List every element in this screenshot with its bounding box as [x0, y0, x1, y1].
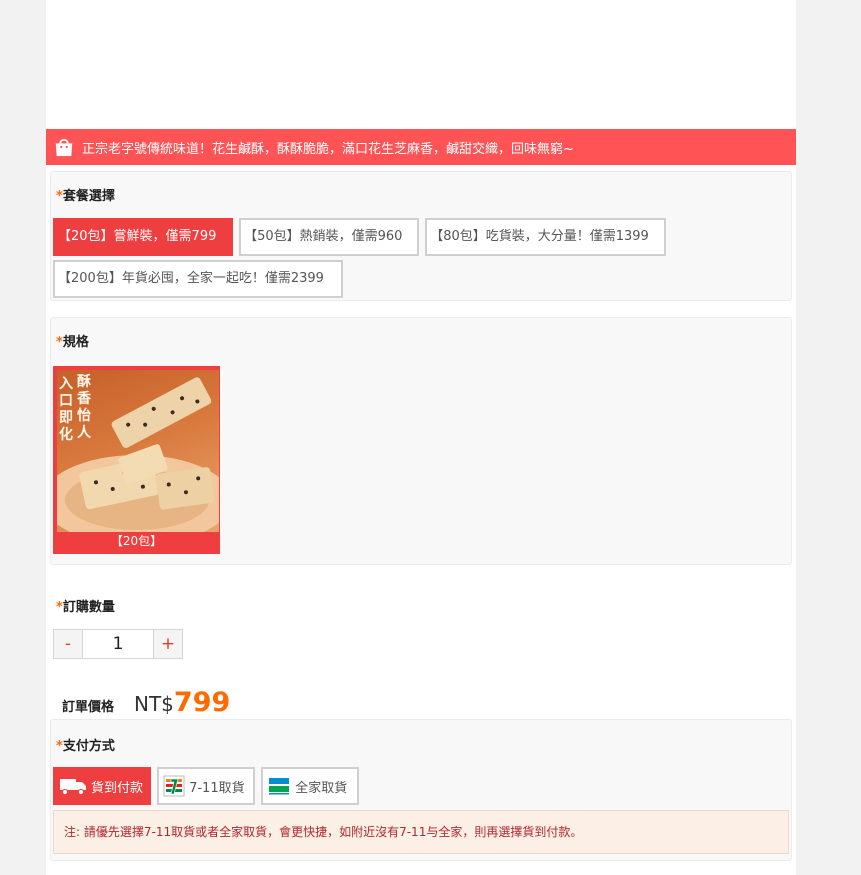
- required-mark: *: [56, 335, 63, 350]
- product-image: 入口即化 酥香怡人: [57, 370, 219, 532]
- truck-icon: [60, 779, 86, 796]
- package-option-80[interactable]: 【80包】吃貨裝，大分量！僅需1399: [425, 218, 667, 256]
- package-options: 【20包】嘗鮮裝，僅需799 【50包】熱銷裝，僅需960 【80包】吃貨裝，大…: [53, 218, 667, 256]
- payment-option-familymart-label: 全家取貨: [295, 780, 348, 796]
- payment-section: *支付方式 貨到付款 7-11取貨 全家取貨 注: 請優先選擇7-11取貨或者全…: [50, 719, 792, 861]
- quantity-label-text: 訂購數量: [62, 600, 115, 615]
- familymart-icon: [269, 778, 290, 795]
- quantity-plus-button[interactable]: +: [154, 630, 182, 658]
- required-mark: *: [56, 600, 63, 615]
- package-option-20[interactable]: 【20包】嘗鮮裝，僅需799: [53, 218, 233, 256]
- quantity-input[interactable]: 1: [82, 630, 154, 658]
- image-slogan-left: 入口即化: [59, 376, 73, 443]
- order-price: 訂單價格 NT$ 799: [62, 687, 230, 718]
- quantity-minus-button[interactable]: -: [54, 630, 82, 658]
- package-option-200[interactable]: 【200包】年貨必囤，全家一起吃！僅需2399: [53, 260, 343, 298]
- payment-option-cod-label: 貨到付款: [91, 780, 144, 796]
- payment-options: 貨到付款 7-11取貨 全家取貨: [53, 767, 360, 805]
- package-label-text: 套餐選擇: [62, 189, 115, 204]
- seven-eleven-icon: [163, 775, 185, 797]
- payment-option-cod[interactable]: 貨到付款: [53, 767, 151, 805]
- required-mark: *: [56, 189, 63, 204]
- price-currency: NT$: [134, 692, 174, 716]
- spec-label-text: 規格: [62, 335, 89, 350]
- promo-text: 正宗老字號傳統味道！花生鹹酥，酥酥脆脆，滿口花生芝麻香，鹹甜交織，回味無窮~: [82, 141, 574, 157]
- package-option-50[interactable]: 【50包】熱銷裝，僅需960: [239, 218, 420, 256]
- shopping-bag-icon: [55, 138, 73, 157]
- image-slogan-right: 酥香怡人: [77, 374, 91, 441]
- quantity-label: *訂購數量: [56, 598, 115, 618]
- spec-caption: 【20包】: [110, 534, 163, 548]
- package-options-row2: 【200包】年貨必囤，全家一起吃！僅需2399: [53, 260, 343, 298]
- payment-note: 注: 請優先選擇7-11取貨或者全家取貨，會更快捷，如附近沒有7-11与全家，則…: [53, 810, 789, 854]
- payment-option-711[interactable]: 7-11取貨: [157, 767, 256, 805]
- payment-option-711-label: 7-11取貨: [189, 780, 245, 796]
- payment-label: *支付方式: [56, 737, 115, 757]
- quantity-stepper: - 1 +: [53, 629, 183, 659]
- spec-section: *規格 入口即化 酥香怡人 【20包】: [50, 317, 792, 565]
- price-amount: 799: [173, 687, 231, 718]
- promo-banner: 正宗老字號傳統味道！花生鹹酥，酥酥脆脆，滿口花生芝麻香，鹹甜交織，回味無窮~: [46, 129, 796, 165]
- top-blank-area: [46, 0, 796, 129]
- payment-label-text: 支付方式: [62, 739, 115, 754]
- spec-option-20[interactable]: 入口即化 酥香怡人 【20包】: [53, 366, 220, 554]
- required-mark: *: [56, 739, 63, 754]
- order-form-page: 正宗老字號傳統味道！花生鹹酥，酥酥脆脆，滿口花生芝麻香，鹹甜交織，回味無窮~ *…: [46, 0, 796, 875]
- package-section: *套餐選擇 【20包】嘗鮮裝，僅需799 【50包】熱銷裝，僅需960 【80包…: [50, 171, 792, 301]
- spec-label: *規格: [56, 333, 89, 353]
- price-label: 訂單價格: [62, 700, 115, 715]
- package-label: *套餐選擇: [56, 187, 115, 207]
- payment-option-familymart[interactable]: 全家取貨: [261, 767, 360, 805]
